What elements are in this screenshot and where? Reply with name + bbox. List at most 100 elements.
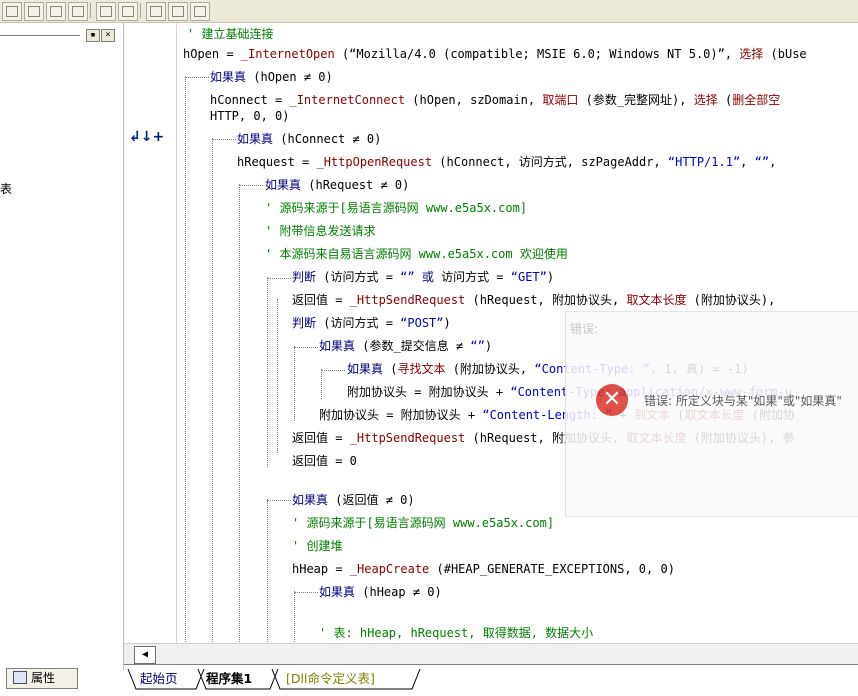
code-token: 如果真 — [319, 339, 356, 353]
code-line[interactable]: 如果真 (返回值 ≠ 0) — [292, 492, 415, 508]
layout-icon[interactable] — [46, 2, 66, 21]
tab-dll-commands[interactable]: [Dll命令定义表] — [286, 669, 375, 689]
code-token: (hConnect, 访问方式, szPageAddr, — [432, 155, 668, 169]
code-token: 返回值 = — [292, 431, 350, 445]
code-line[interactable]: ' 源码来源于[易语言源码网 www.e5a5x.com] — [265, 200, 527, 216]
block-guide — [321, 370, 345, 371]
code-token: ( — [383, 362, 398, 376]
tab-start-page[interactable]: 起始页 — [140, 669, 178, 689]
toolbar-separator — [90, 3, 91, 18]
code-token: ) — [443, 316, 451, 330]
code-token: (bUse — [763, 47, 807, 61]
left-panel: ▪ × 表 — [0, 23, 124, 670]
block-guide — [267, 499, 268, 643]
code-line[interactable]: 返回值 = _HttpSendRequest (hRequest, 附加协议头,… — [292, 292, 775, 308]
left-panel-text: 表 — [0, 182, 13, 196]
code-line[interactable]: 返回值 = 0 — [292, 453, 357, 469]
code-token: ' 附带信息发送请求 — [265, 224, 376, 238]
code-token: 选择 — [739, 47, 764, 61]
code-token: 判断 — [292, 316, 317, 330]
code-token: , — [769, 155, 777, 169]
code-line[interactable]: 如果真 (hConnect ≠ 0) — [237, 131, 381, 147]
code-token: (hRequest ≠ 0) — [301, 178, 410, 192]
block-guide — [212, 138, 213, 643]
error-tooltip: 错误: ✕ 错误: 所定义块与某"如果"或"如果真" — [565, 311, 858, 517]
code-token: 如果真 — [292, 493, 329, 507]
code-token: ( — [717, 93, 733, 107]
code-line[interactable]: HTTP, 0, 0) — [210, 108, 289, 124]
code-line[interactable]: ' 表: hHeap, hRequest, 取得数据, 数据大小 — [319, 625, 593, 641]
properties-icon — [13, 671, 27, 684]
code-token: 删全部空 — [732, 93, 781, 107]
code-token: , — [740, 155, 755, 169]
code-token: 如果真 — [237, 132, 274, 146]
code-line[interactable]: ' 附带信息发送请求 — [265, 223, 375, 239]
code-line[interactable]: 如果真 (参数_提交信息 ≠ “”) — [319, 338, 492, 354]
left-panel-titlebar: ▪ × — [0, 27, 120, 43]
code-line[interactable]: 如果真 (hHeap ≠ 0) — [319, 584, 442, 600]
code-line[interactable]: ' 源码来源于[易语言源码网 www.e5a5x.com] — [292, 515, 554, 531]
tab-program-set-1[interactable]: 程序集1 — [206, 669, 252, 689]
code-line[interactable]: 如果真 (hRequest ≠ 0) — [265, 177, 409, 193]
code-token: (附加协议头, — [445, 362, 535, 376]
block-guide — [185, 76, 186, 643]
code-token: 如果真 — [347, 362, 384, 376]
toolbar — [0, 0, 858, 23]
code-token: 附加协议头 = 附加协议头 + — [319, 408, 483, 422]
layout-icon[interactable] — [2, 2, 22, 21]
breakpoint-marker[interactable]: ↲↓+ — [129, 129, 164, 145]
code-token: 如果真 — [319, 585, 356, 599]
block-guide — [267, 277, 268, 467]
document-tabs: 起始页 程序集1 [Dll命令定义表] — [124, 664, 858, 696]
size-icon[interactable] — [190, 2, 210, 21]
code-line[interactable]: ' 建立基础连接 — [187, 26, 273, 42]
block-guide — [294, 592, 318, 593]
code-token: (hHeap ≠ 0) — [355, 585, 442, 599]
toolbar-separator — [140, 3, 141, 18]
code-token: (访问方式 = — [316, 316, 401, 330]
close-icon[interactable]: × — [101, 29, 115, 42]
size-icon[interactable] — [146, 2, 166, 21]
code-token: (#HEAP_GENERATE_EXCEPTIONS, 0, 0) — [429, 562, 675, 576]
size-icon[interactable] — [168, 2, 188, 21]
code-token: (hConnect ≠ 0) — [273, 132, 382, 146]
code-token: ' 源码来源于[易语言源码网 www.e5a5x.com] — [292, 516, 555, 530]
code-line[interactable]: ' 本源码来自易语言源码网 www.e5a5x.com 欢迎使用 — [265, 246, 568, 262]
code-line[interactable]: hConnect = _InternetConnect (hOpen, szDo… — [210, 92, 780, 108]
error-tooltip-title: 错误: — [570, 322, 599, 336]
code-line[interactable]: hOpen = _InternetOpen (“Mozilla/4.0 (com… — [183, 46, 807, 62]
code-token: (参数_提交信息 ≠ — [355, 339, 471, 353]
code-line[interactable]: 判断 (访问方式 = “POST”) — [292, 315, 451, 331]
code-token: _HttpSendRequest — [349, 431, 466, 445]
block-guide — [294, 347, 318, 348]
code-token: (附加协议头), — [686, 293, 776, 307]
code-token: 如果真 — [210, 70, 247, 84]
layout-icon[interactable] — [24, 2, 44, 21]
horizontal-scrollbar[interactable]: ◀ — [124, 643, 858, 664]
code-token: 寻找文本 — [397, 362, 446, 376]
code-line[interactable]: hRequest = _HttpOpenRequest (hConnect, 访… — [237, 154, 776, 170]
layout-icon[interactable] — [68, 2, 88, 21]
align-icon[interactable] — [118, 2, 138, 21]
code-line[interactable]: hHeap = _HeapCreate (#HEAP_GENERATE_EXCE… — [292, 561, 675, 577]
code-token: ' 表: hHeap, hRequest, 取得数据, 数据大小 — [319, 626, 594, 640]
properties-tab[interactable]: 属性 — [6, 668, 78, 689]
code-line[interactable]: 判断 (访问方式 = “” 或 访问方式 = “GET”) — [292, 269, 554, 285]
code-token: _HeapCreate — [349, 562, 430, 576]
code-token: “POST” — [400, 316, 444, 330]
code-token: 或 — [421, 270, 434, 284]
restore-icon[interactable]: ▪ — [86, 29, 100, 42]
code-token: ) — [546, 270, 555, 284]
code-token: ) — [484, 339, 493, 353]
code-line[interactable]: 如果真 (hOpen ≠ 0) — [210, 69, 333, 85]
block-guide — [294, 591, 295, 643]
code-line[interactable]: ' 创建堆 — [292, 538, 342, 554]
code-token: (访问方式 = — [316, 270, 401, 284]
code-token: 取文本长度 — [626, 293, 687, 307]
code-token: 选择 — [693, 93, 718, 107]
align-icon[interactable] — [96, 2, 116, 21]
error-message: 错误: 所定义块与某"如果"或"如果真" — [644, 394, 842, 408]
code-token: _InternetConnect — [289, 93, 406, 107]
scroll-left-button[interactable]: ◀ — [134, 646, 156, 664]
code-token: “GET” — [510, 270, 547, 284]
